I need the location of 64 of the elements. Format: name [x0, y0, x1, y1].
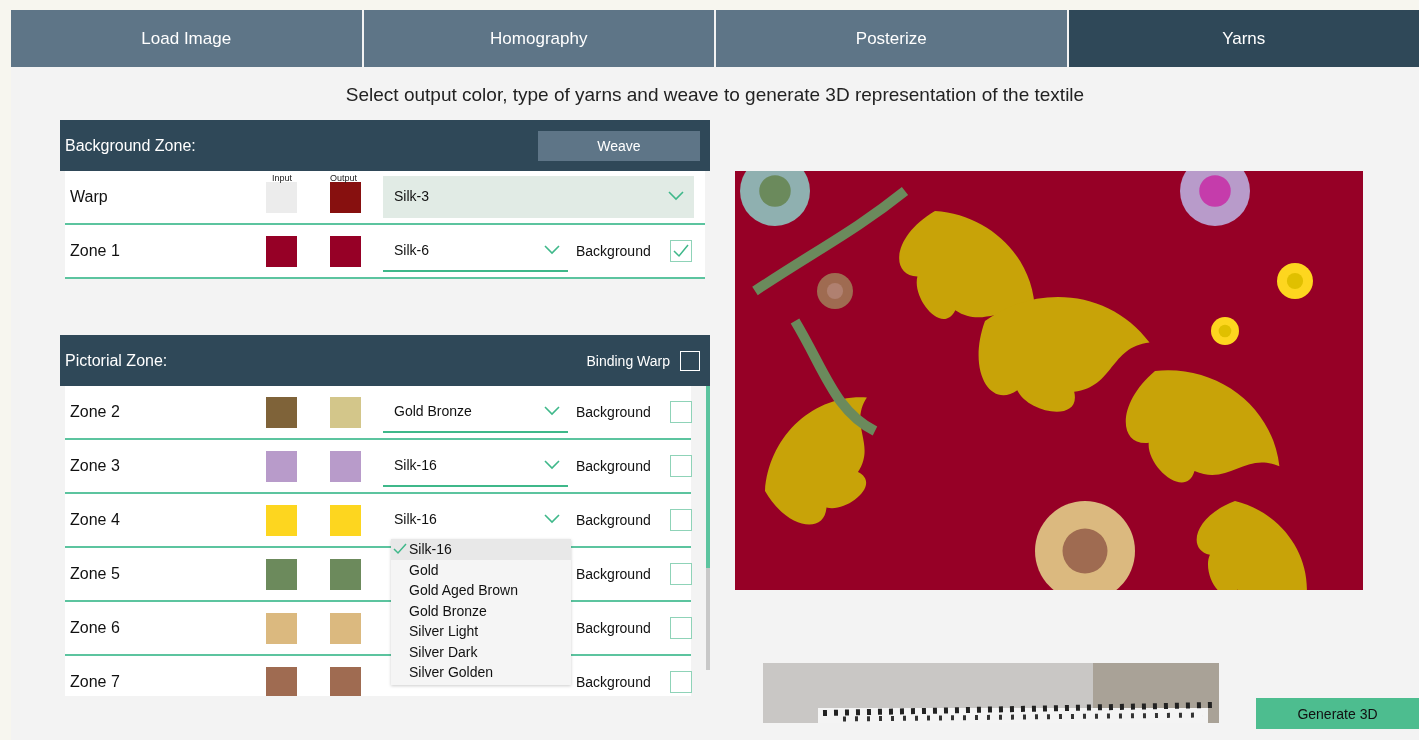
background-checkbox[interactable] [670, 240, 692, 262]
background-label: Background [576, 620, 652, 636]
yarn-dropdown[interactable]: Silk-16 [383, 499, 568, 541]
dropdown-option[interactable]: Silver Golden [391, 662, 571, 683]
output-color-swatch[interactable] [330, 450, 361, 482]
scrollbar-thumb[interactable] [706, 386, 710, 568]
yarn-dropdown[interactable]: Gold Bronze [383, 391, 568, 433]
scrollbar[interactable] [706, 386, 710, 670]
tab[interactable]: Load Image [11, 10, 364, 67]
chevron-down-icon [544, 514, 560, 524]
output-color-swatch[interactable] [330, 558, 361, 590]
zone-name: Zone 4 [70, 511, 121, 529]
background-label: Background [576, 674, 652, 690]
output-color-swatch[interactable] [330, 181, 361, 213]
zone-name: Zone 3 [70, 457, 121, 475]
dropdown-option[interactable]: Gold [391, 559, 571, 580]
background-label: Background [576, 566, 652, 582]
zone-name: Zone 7 [70, 673, 121, 691]
output-color-swatch[interactable] [330, 504, 361, 536]
background-checkbox[interactable] [670, 563, 692, 585]
chevron-down-icon [668, 191, 684, 201]
background-label: Background [576, 404, 652, 420]
zone-name: Zone 6 [70, 619, 121, 637]
chevron-down-icon [544, 406, 560, 416]
background-checkbox[interactable] [670, 671, 692, 693]
dropdown-option[interactable]: Silver Light [391, 621, 571, 642]
dropdown-option[interactable]: Gold Bronze [391, 600, 571, 621]
tab[interactable]: Homography [363, 10, 716, 67]
checkmark-icon [673, 244, 689, 258]
output-color-swatch[interactable] [330, 666, 361, 696]
background-checkbox[interactable] [670, 509, 692, 531]
dropdown-option[interactable]: Gold Aged Brown [391, 580, 571, 601]
weave-button[interactable]: Weave [538, 130, 700, 161]
yarn-dropdown[interactable]: Silk-16 [383, 445, 568, 487]
instruction-text: Select output color, type of yarns and weave to generate 3D representation of the textile [344, 84, 1086, 107]
background-label: Background [576, 512, 652, 528]
zone-name: Zone 5 [70, 565, 121, 583]
binding-warp-checkbox[interactable] [680, 350, 700, 371]
binding-warp-label: Binding Warp [586, 352, 670, 369]
tab[interactable]: Posterize [716, 10, 1069, 67]
output-color-swatch[interactable] [330, 612, 361, 644]
chevron-down-icon [544, 460, 560, 470]
column-header: Input [272, 173, 293, 183]
checkmark-icon [393, 543, 407, 555]
background-label: Background [576, 458, 652, 474]
section-title: Pictorial Zone: [65, 351, 168, 370]
column-header: Output [330, 173, 358, 183]
zone-name: Zone 1 [70, 242, 121, 260]
output-color-swatch[interactable] [330, 235, 361, 267]
dropdown-option[interactable]: Silver Dark [391, 641, 571, 662]
zone-name: Zone 2 [70, 403, 121, 421]
zone-name: Warp [70, 188, 109, 206]
section-title: Background Zone: [65, 136, 196, 155]
generate-3d-button[interactable]: Generate 3D [1256, 698, 1419, 729]
yarn-dropdown[interactable]: Silk-6 [383, 230, 568, 272]
background-checkbox[interactable] [670, 401, 692, 423]
chevron-down-icon [544, 245, 560, 255]
yarn-dropdown[interactable]: Silk-3 [383, 176, 694, 218]
tab[interactable]: Yarns [1068, 10, 1419, 67]
dropdown-option[interactable]: Silk-16 [391, 539, 571, 560]
background-checkbox[interactable] [670, 455, 692, 477]
output-color-swatch[interactable] [330, 396, 361, 428]
background-checkbox[interactable] [670, 617, 692, 639]
background-label: Background [576, 243, 652, 259]
